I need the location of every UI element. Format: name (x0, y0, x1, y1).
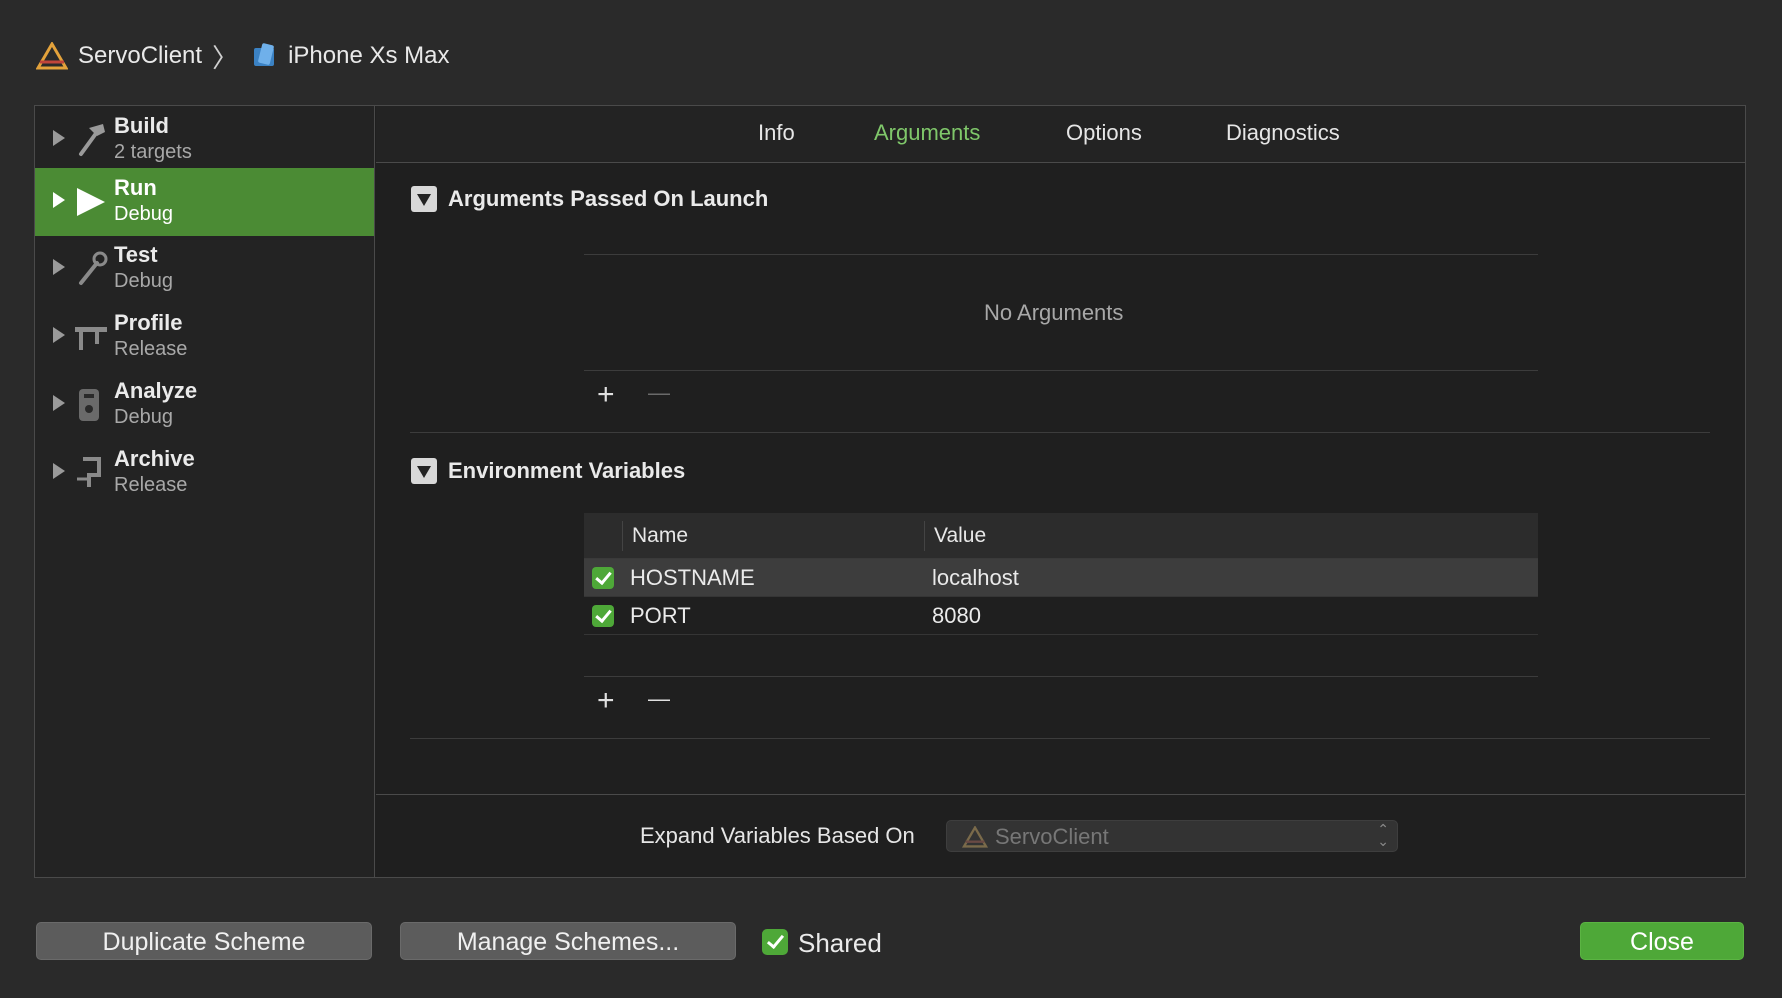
disclosure-triangle-icon[interactable] (53, 327, 65, 343)
arguments-disclosure-icon[interactable] (411, 186, 437, 212)
env-enabled-checkbox[interactable] (592, 605, 614, 627)
scheme-action-sidebar: Build 2 targets Run Debug Test Debug Pro… (35, 106, 375, 877)
expand-variables-popup[interactable]: ServoClient ⌃ ⌄ (946, 820, 1398, 852)
disclosure-triangle-icon[interactable] (53, 395, 65, 411)
table-row[interactable]: HOSTNAME localhost (584, 559, 1538, 597)
column-separator (622, 521, 623, 551)
popup-value: ServoClient (995, 824, 1109, 849)
chevron-right-icon: 〉 (212, 42, 239, 73)
section-divider (410, 738, 1710, 739)
sidebar-item-subtitle: Release (114, 338, 188, 360)
xcode-project-icon (36, 42, 68, 70)
disclosure-triangle-icon[interactable] (53, 192, 65, 208)
add-argument-button[interactable]: + (597, 380, 615, 410)
xcode-project-icon (961, 826, 989, 848)
analyze-icon (79, 389, 99, 421)
sidebar-item-subtitle: Release (114, 474, 188, 496)
manage-schemes-button[interactable]: Manage Schemes... (400, 922, 736, 960)
duplicate-scheme-button[interactable]: Duplicate Scheme (36, 922, 372, 960)
tab-info[interactable]: Info (758, 120, 795, 146)
remove-argument-button[interactable]: — (648, 378, 670, 408)
sidebar-item-title: Test (114, 242, 158, 267)
column-header-value[interactable]: Value (934, 524, 986, 548)
disclosure-triangle-icon[interactable] (53, 130, 65, 146)
hammer-icon (79, 124, 105, 156)
env-name-cell[interactable]: HOSTNAME (630, 565, 755, 591)
no-arguments-text: No Arguments (984, 300, 1124, 325)
tab-bar: Info Arguments Options Diagnostics (376, 106, 1745, 163)
sidebar-item-title: Analyze (114, 378, 198, 403)
iphone-device-icon (254, 43, 275, 66)
table-row[interactable]: PORT 8080 (584, 597, 1538, 635)
section-divider (410, 432, 1710, 433)
tab-options[interactable]: Options (1066, 120, 1142, 146)
sidebar-item-analyze[interactable]: Analyze Debug (35, 371, 374, 439)
breadcrumb-device[interactable]: iPhone Xs Max (288, 42, 449, 70)
env-value-cell[interactable]: 8080 (932, 603, 981, 629)
shared-checkbox[interactable] (762, 929, 788, 955)
wrench-icon (79, 251, 108, 285)
play-icon (77, 188, 105, 216)
disclosure-triangle-icon[interactable] (53, 463, 65, 479)
close-button[interactable]: Close (1580, 922, 1744, 960)
env-table-header: Name Value (584, 513, 1538, 559)
sidebar-item-title: Run (114, 175, 157, 200)
environment-disclosure-icon[interactable] (411, 458, 437, 484)
footer-divider (376, 794, 1745, 795)
env-value-cell[interactable]: localhost (932, 565, 1019, 591)
add-variable-button[interactable]: + (597, 686, 615, 716)
sidebar-item-test[interactable]: Test Debug (35, 235, 374, 303)
sidebar-item-build[interactable]: Build 2 targets (35, 106, 374, 174)
column-separator (924, 521, 925, 551)
environment-section-title: Environment Variables (448, 458, 686, 483)
caliper-icon (75, 327, 107, 350)
divider (584, 676, 1538, 677)
env-name-cell[interactable]: PORT (630, 603, 691, 629)
sidebar-item-subtitle: Debug (114, 406, 173, 428)
env-enabled-checkbox[interactable] (592, 567, 614, 589)
chevron-updown-icon: ⌃ ⌄ (1377, 821, 1389, 849)
arguments-section-title: Arguments Passed On Launch (448, 186, 769, 211)
disclosure-triangle-icon[interactable] (53, 259, 65, 275)
divider (584, 370, 1538, 371)
column-header-name[interactable]: Name (632, 524, 688, 548)
shared-label[interactable]: Shared (798, 928, 882, 959)
sidebar-item-archive[interactable]: Archive Release (35, 439, 374, 507)
breadcrumb: ServoClient 〉 iPhone Xs Max (36, 38, 450, 74)
divider (584, 254, 1538, 255)
expand-variables-label: Expand Variables Based On (640, 823, 915, 848)
sidebar-item-subtitle: Debug (114, 270, 173, 292)
tab-arguments[interactable]: Arguments (874, 120, 980, 146)
breadcrumb-project[interactable]: ServoClient (78, 42, 202, 70)
tab-diagnostics[interactable]: Diagnostics (1226, 120, 1340, 146)
sidebar-item-title: Archive (114, 446, 195, 471)
sidebar-item-subtitle: 2 targets (114, 141, 192, 163)
archive-icon (77, 457, 101, 487)
sidebar-item-title: Profile (114, 310, 183, 335)
sidebar-item-profile[interactable]: Profile Release (35, 303, 374, 371)
sidebar-item-subtitle: Debug (114, 203, 173, 225)
remove-variable-button[interactable]: — (648, 684, 670, 714)
sidebar-item-run[interactable]: Run Debug (35, 168, 374, 236)
sidebar-item-title: Build (114, 113, 169, 138)
